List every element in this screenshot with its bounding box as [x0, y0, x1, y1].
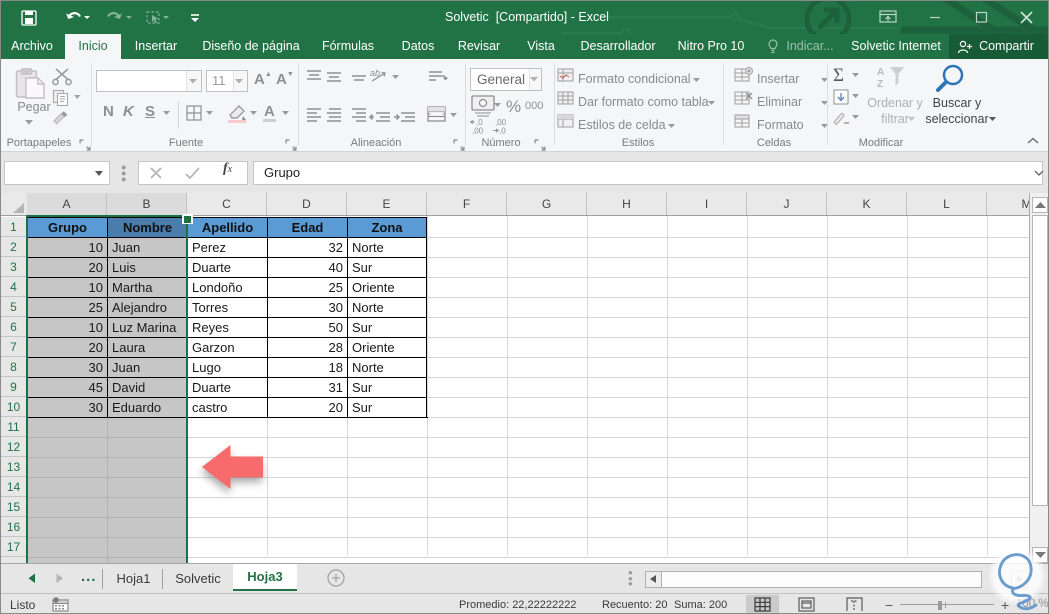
svg-text:,0: ,0: [499, 127, 506, 136]
svg-text:A: A: [877, 67, 884, 78]
svg-text:Z: Z: [877, 79, 883, 90]
svg-text:,00: ,00: [472, 127, 484, 136]
